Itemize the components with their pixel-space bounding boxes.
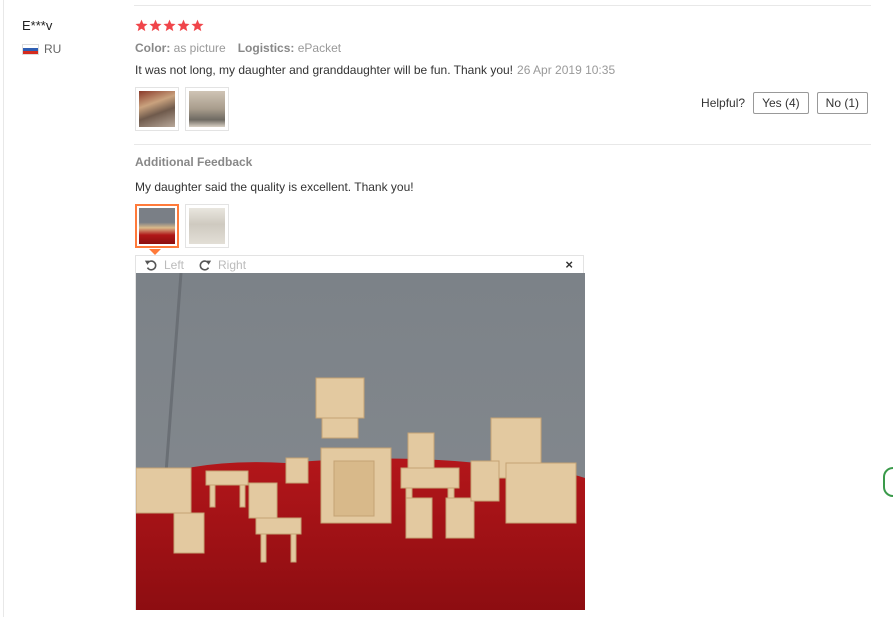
helpful-label: Helpful? — [701, 96, 746, 110]
photo-viewer: Left Right × — [135, 255, 585, 610]
review-photos — [135, 87, 229, 131]
helpful-no-button[interactable]: No (1) — [816, 92, 868, 114]
country-code: RU — [44, 42, 62, 56]
reviewer-country: RU — [22, 42, 61, 56]
review-photo-thumbnail[interactable] — [185, 87, 229, 131]
order-attributes: Color: as picture Logistics: ePacket — [135, 41, 341, 55]
rotate-left-icon[interactable] — [144, 258, 158, 272]
section-divider — [134, 144, 871, 145]
star-icon — [191, 19, 204, 32]
additional-feedback-title: Additional Feedback — [135, 155, 253, 169]
logistics-attribute: Logistics: ePacket — [237, 41, 342, 55]
rotate-right-label[interactable]: Right — [218, 258, 246, 272]
russia-flag-icon — [22, 43, 39, 55]
star-icon — [163, 19, 176, 32]
additional-photo-thumbnail-selected[interactable] — [135, 204, 179, 248]
wooden-dollhouse-furniture-photo — [136, 273, 585, 610]
enlarged-review-photo — [136, 273, 585, 610]
top-divider — [134, 5, 871, 6]
helpful-voting: Helpful? Yes (4) No (1) — [701, 92, 868, 114]
review-body: It was not long, my daughter and grandda… — [135, 63, 514, 77]
color-attribute: Color: as picture — [135, 41, 226, 55]
close-icon[interactable]: × — [565, 257, 573, 272]
star-icon — [149, 19, 162, 32]
star-icon — [177, 19, 190, 32]
helpful-yes-button[interactable]: Yes (4) — [753, 92, 809, 114]
review-date: 26 Apr 2019 10:35 — [517, 63, 616, 77]
review-text: It was not long, my daughter and grandda… — [135, 63, 615, 77]
star-icon — [135, 19, 148, 32]
additional-feedback-text: My daughter said the quality is excellen… — [135, 180, 414, 194]
rotate-right-icon[interactable] — [198, 258, 212, 272]
additional-photos — [135, 204, 229, 248]
photo-viewer-toolbar: Left Right × — [136, 256, 583, 273]
chat-widget-edge[interactable] — [883, 467, 893, 497]
review-photo-thumbnail[interactable] — [135, 87, 179, 131]
rotate-left-label[interactable]: Left — [164, 258, 184, 272]
left-border — [3, 0, 4, 617]
additional-photo-thumbnail[interactable] — [185, 204, 229, 248]
star-rating — [135, 19, 204, 32]
reviewer-name: E***v — [22, 18, 53, 33]
